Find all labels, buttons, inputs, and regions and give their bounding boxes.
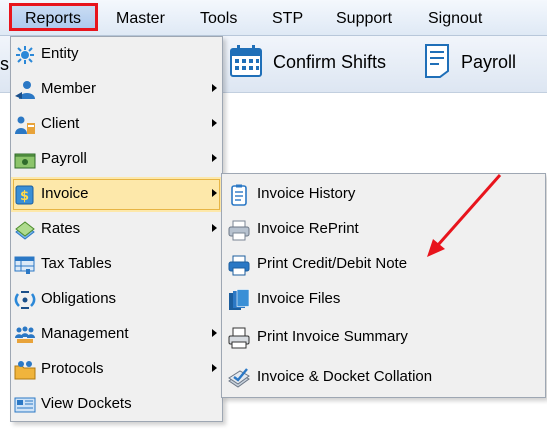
menu-item-entity[interactable]: Entity [11,37,222,72]
menu-item-member[interactable]: Member [11,72,222,107]
menu-stp[interactable]: STP [272,9,303,29]
menu-item-rates[interactable]: Rates [11,212,222,247]
toolbar-partial-label: s [0,54,9,74]
menu-master[interactable]: Master [116,9,165,29]
menu-tools[interactable]: Tools [200,9,237,29]
management-icon [15,326,35,343]
menu-item-label: Entity [41,45,79,62]
menu-item-label: Management [41,325,129,342]
menu-signout[interactable]: Signout [428,9,482,29]
tax-tables-icon [14,256,35,274]
menu-item-label: Invoice [41,185,89,202]
submenu-arrow-icon [212,189,217,197]
menu-item-label: Protocols [41,360,104,377]
submenu-arrow-icon [212,364,217,372]
menu-item-label: Rates [41,220,81,237]
submenu-item-label: Invoice & Docket Collation [257,368,433,385]
menu-item-label: Payroll [41,150,87,167]
collation-icon [228,368,250,388]
menu-item-management[interactable]: Management [11,317,222,352]
submenu-item-label: Invoice History [257,185,356,202]
submenu-item-label: Print Invoice Summary [257,328,408,345]
menu-item-tax-tables[interactable]: Tax Tables [11,247,222,282]
menu-support[interactable]: Support [336,9,392,29]
confirm-shifts-label: Confirm Shifts [273,52,387,72]
submenu-item-label: Invoice Files [257,290,341,307]
payroll-icon [14,153,36,169]
submenu-item-invoice-files[interactable]: Invoice Files [222,281,545,316]
submenu-arrow-icon [212,329,217,337]
menu-item-label: Client [41,115,80,132]
submenu-item-invoice-history[interactable]: Invoice History [222,176,545,211]
calendar-icon [230,45,262,77]
obligations-icon [14,291,36,309]
invoice-files-icon [229,289,250,310]
submenu-item-invoice-reprint[interactable]: Invoice RePrint [222,211,545,246]
svg-text:$: $ [20,189,29,204]
protocols-icon [14,361,36,380]
client-icon [15,116,35,134]
menu-reports-label: Reports [25,10,82,27]
menu-item-label: Member [41,80,97,97]
entity-icon [16,46,34,64]
submenu-item-label: Print Credit/Debit Note [257,255,408,272]
menu-bar: Reports Master Tools STP Support Signout [0,0,547,36]
menu-item-payroll[interactable]: Payroll [11,142,222,177]
printer-icon [228,255,250,276]
member-icon [15,81,35,99]
submenu-item-print-invoice-summary[interactable]: Print Invoice Summary [222,319,545,354]
submenu-item-print-credit-debit-note[interactable]: Print Credit/Debit Note [222,246,545,281]
menu-item-label: View Dockets [41,395,132,412]
submenu-arrow-icon [212,119,217,127]
reports-menu: Entity Member Client Payroll $ Invoice R… [10,36,223,422]
menu-item-label: Obligations [41,290,117,307]
payroll-doc-icon [425,44,449,78]
menu-reports[interactable]: Reports [9,3,98,31]
menu-item-label: Tax Tables [41,255,112,272]
menu-item-invoice[interactable]: $ Invoice [11,177,222,212]
payroll-label: Payroll [461,52,517,72]
menu-item-view-dockets[interactable]: View Dockets [11,387,222,422]
submenu-item-invoice-docket-collation[interactable]: Invoice & Docket Collation [222,359,545,394]
menu-item-protocols[interactable]: Protocols [11,352,222,387]
print-summary-icon [228,327,250,349]
view-dockets-icon [14,397,36,413]
submenu-arrow-icon [212,84,217,92]
menu-item-client[interactable]: Client [11,107,222,142]
invoice-submenu: Invoice History Invoice RePrint Print Cr… [221,173,546,398]
submenu-arrow-icon [212,154,217,162]
submenu-item-label: Invoice RePrint [257,220,359,237]
rates-icon [15,221,35,240]
invoice-icon: $ [15,185,34,205]
submenu-arrow-icon [212,224,217,232]
invoice-history-icon [231,184,247,206]
printer-icon [228,220,250,241]
menu-item-obligations[interactable]: Obligations [11,282,222,317]
